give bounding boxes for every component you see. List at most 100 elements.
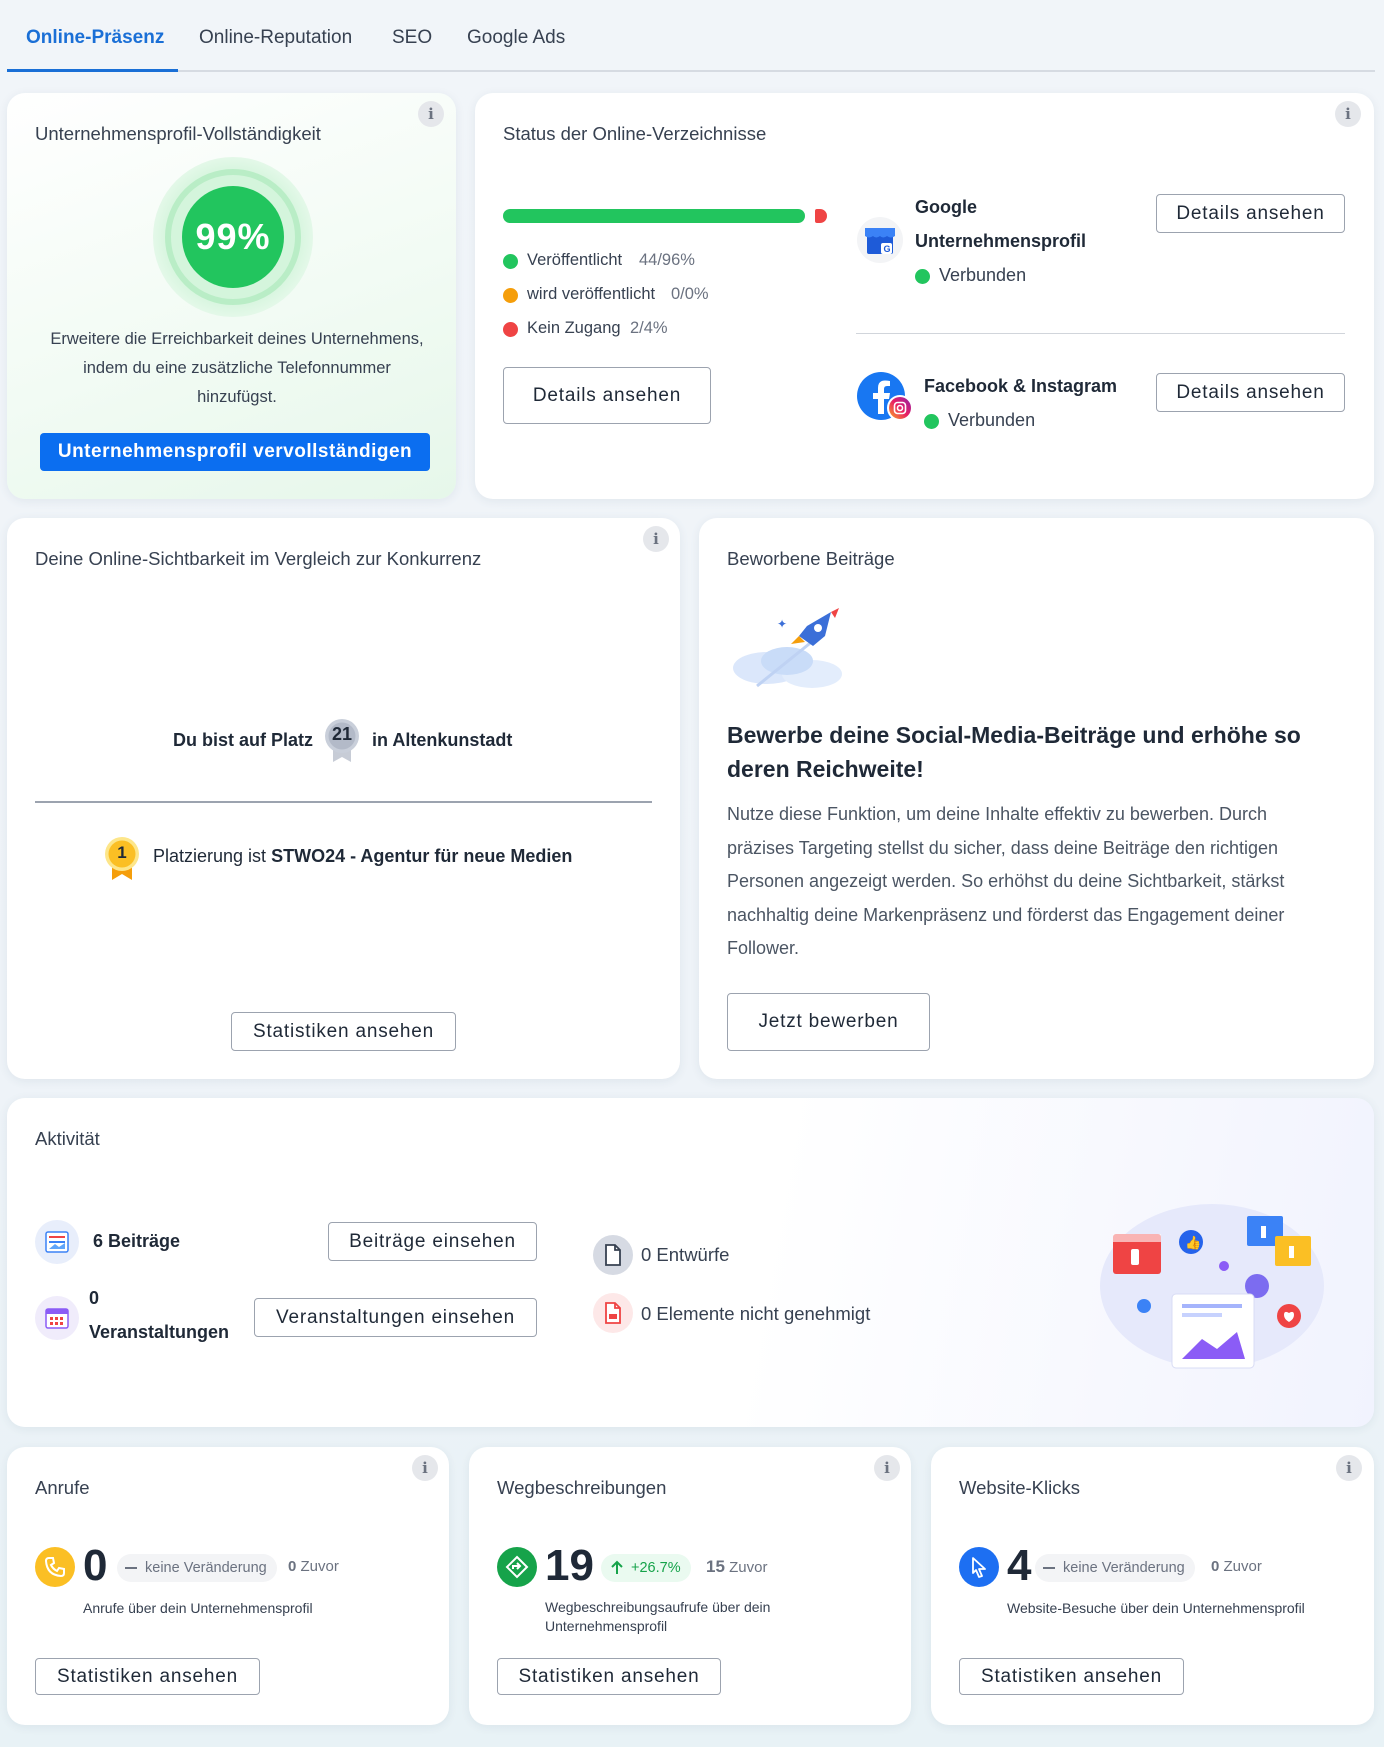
calls-previous: 0 Zuvor: [288, 1558, 339, 1575]
divider: [35, 801, 652, 803]
facebook-status: Verbunden: [948, 410, 1036, 430]
google-status-dot: [915, 269, 930, 284]
card-title: Status der Online-Verzeichnisse: [503, 123, 767, 144]
arrow-up-icon: [611, 1560, 623, 1574]
google-name-line2: Unternehmensprofil: [915, 231, 1087, 251]
posts-count: 6 Beiträge: [93, 1231, 181, 1251]
info-icon[interactable]: i: [1336, 1455, 1362, 1481]
tab-online-reputation[interactable]: Online-Reputation: [199, 27, 352, 49]
legend-published-label: Veröffentlicht: [527, 251, 623, 269]
card-title: Aktivität: [35, 1128, 100, 1149]
top-prefix: Platzierung ist: [153, 846, 267, 866]
complete-profile-button[interactable]: Unternehmensprofil vervollständigen: [40, 433, 430, 471]
directions-change-badge: +26.7%: [601, 1554, 691, 1582]
profile-completeness-card: Unternehmensprofil-Vollständigkeit i 99%…: [7, 93, 456, 499]
legend-published-value: 44/96%: [639, 251, 695, 269]
info-icon[interactable]: i: [412, 1455, 438, 1481]
card-title: Unternehmensprofil-Vollständigkeit: [35, 123, 321, 144]
google-business-icon: G: [857, 217, 903, 263]
no-access-progress-bar: [815, 209, 827, 223]
divider: [856, 333, 1345, 334]
visibility-comparison-card: Deine Online-Sichtbarkeit im Vergleich z…: [7, 518, 680, 1079]
rocket-illustration: ✦: [727, 606, 849, 696]
posts-icon: [35, 1220, 79, 1264]
info-icon[interactable]: i: [874, 1455, 900, 1481]
not-approved-icon: [593, 1293, 633, 1333]
events-calendar-icon: [35, 1296, 79, 1340]
facebook-instagram-name: Facebook & Instagram: [924, 376, 1118, 396]
top-placement: Platzierung ist STWO24 - Agentur für neu…: [153, 846, 572, 867]
activity-card: Aktivität 6 Beiträge Beiträge einsehen 0…: [7, 1098, 1374, 1427]
google-status: Verbunden: [939, 265, 1027, 285]
no-access-dot: [503, 322, 518, 337]
active-tab-indicator: [7, 69, 178, 72]
card-title: Deine Online-Sichtbarkeit im Vergleich z…: [35, 548, 482, 569]
drafts-count: 0 Entwürfe: [641, 1244, 730, 1265]
calls-change-badge: keine Veränderung: [117, 1554, 277, 1582]
view-posts-button[interactable]: Beiträge einsehen: [328, 1222, 537, 1261]
clicks-description: Website-Besuche über dein Unternehmenspr…: [1007, 1600, 1305, 1616]
directions-icon: [497, 1547, 537, 1587]
info-icon[interactable]: i: [1335, 101, 1361, 127]
profile-description: Erweitere die Erreichbarkeit deines Unte…: [50, 330, 424, 406]
calls-statistics-button[interactable]: Statistiken ansehen: [35, 1658, 260, 1695]
card-title: Beworbene Beiträge: [727, 548, 895, 569]
svg-text:G: G: [884, 244, 891, 254]
rank-suffix: in Altenkunstadt: [372, 730, 513, 750]
calls-card: Anrufe i 0 keine Veränderung 0 Zuvor Anr…: [7, 1447, 449, 1725]
clicks-value: 4: [1007, 1541, 1032, 1590]
tab-google-ads[interactable]: Google Ads: [467, 27, 565, 49]
published-dot: [503, 254, 518, 269]
directions-value: 19: [545, 1541, 594, 1590]
directories-details-button[interactable]: Details ansehen: [503, 367, 711, 424]
instagram-icon: [887, 395, 913, 421]
phone-icon: [35, 1547, 75, 1587]
info-icon[interactable]: i: [643, 526, 669, 552]
rank-badge: 21: [324, 718, 360, 762]
promote-now-button[interactable]: Jetzt bewerben: [727, 993, 930, 1051]
clicks-change-badge: keine Veränderung: [1035, 1554, 1195, 1582]
first-place-number: 1: [117, 843, 127, 862]
google-name-line1: Google: [915, 197, 977, 217]
promoted-body: Nutze diese Funktion, um deine Inhalte e…: [727, 804, 1285, 958]
svg-text:✦: ✦: [777, 617, 787, 631]
clicks-statistics-button[interactable]: Statistiken ansehen: [959, 1658, 1184, 1695]
promoted-headline: Bewerbe deine Social-Media-Beiträge und …: [727, 722, 1301, 782]
rank-prefix: Du bist auf Platz: [173, 730, 314, 750]
tab-seo[interactable]: SEO: [392, 27, 432, 49]
visibility-statistics-button[interactable]: Statistiken ansehen: [231, 1012, 456, 1051]
view-events-button[interactable]: Veranstaltungen einsehen: [254, 1298, 537, 1337]
svg-text:👍: 👍: [1185, 1235, 1201, 1250]
directory-status-card: Status der Online-Verzeichnisse i Veröff…: [475, 93, 1374, 499]
legend-publishing-label: wird veröffentlicht: [527, 285, 656, 303]
legend-no-access-value: 2/4%: [630, 319, 668, 337]
tab-bar: Online-Präsenz Online-Reputation SEO Goo…: [7, 0, 1375, 72]
info-icon[interactable]: i: [418, 101, 444, 127]
website-clicks-card: Website-Klicks i 4 keine Veränderung 0 Z…: [931, 1447, 1374, 1725]
legend-no-access-label: Kein Zugang: [527, 319, 621, 337]
cursor-icon: [959, 1547, 999, 1587]
no-change-icon: [125, 1567, 137, 1569]
calls-description: Anrufe über dein Unternehmensprofil: [83, 1600, 313, 1616]
legend-publishing-value: 0/0%: [671, 285, 709, 303]
facebook-details-button[interactable]: Details ansehen: [1156, 373, 1345, 412]
tab-online-praesenz[interactable]: Online-Präsenz: [26, 27, 164, 49]
drafts-icon: [593, 1235, 633, 1275]
top-competitor-name: STWO24 - Agentur für neue Medien: [271, 846, 573, 866]
google-details-button[interactable]: Details ansehen: [1156, 194, 1345, 233]
directions-card: Wegbeschreibungen i 19 +26.7% 15 Zuvor W…: [469, 1447, 911, 1725]
published-progress-bar: [503, 209, 805, 223]
card-title: Anrufe: [35, 1477, 90, 1498]
facebook-status-dot: [924, 414, 939, 429]
publishing-dot: [503, 288, 518, 303]
card-title: Wegbeschreibungen: [497, 1477, 667, 1498]
promoted-posts-card: Beworbene Beiträge ✦ Bewerbe deine Socia…: [699, 518, 1374, 1079]
completeness-percent: 99%: [182, 186, 284, 288]
first-place-badge: 1: [104, 836, 140, 882]
social-media-illustration: 👍: [1087, 1194, 1327, 1374]
directions-statistics-button[interactable]: Statistiken ansehen: [497, 1658, 721, 1695]
not-approved-count: 0 Elemente nicht genehmigt: [641, 1303, 871, 1324]
no-change-icon: [1043, 1567, 1055, 1569]
rank-number: 21: [331, 724, 353, 744]
calls-value: 0: [83, 1541, 108, 1590]
